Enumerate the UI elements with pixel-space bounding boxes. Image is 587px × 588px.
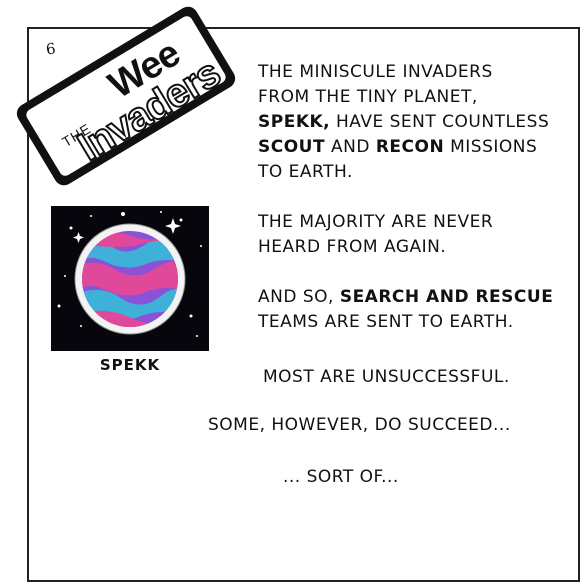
and-so-text: AND SO, — [258, 287, 340, 307]
rescue-line-1: AND SO, SEARCH AND RESCUE — [258, 285, 553, 310]
intro-line-3-rest: HAVE SENT COUNTLESS — [330, 112, 550, 132]
majority-line-2: HEARD FROM AGAIN. — [258, 237, 447, 257]
sort-of-line: ... SORT OF... — [283, 467, 399, 487]
rescue-line-2: TEAMS ARE SENT TO EARTH. — [258, 312, 514, 332]
intro-line-2: FROM THE TINY PLANET, — [258, 87, 478, 107]
planet-name-bold: SPEKK, — [258, 112, 331, 132]
majority-line-1: THE MAJORITY ARE NEVER — [258, 212, 494, 232]
planet-svg — [57, 211, 202, 337]
scout-bold: SCOUT — [258, 137, 326, 157]
succeed-line: SOME, HOWEVER, DO SUCCEED... — [208, 415, 511, 435]
planet-caption: SPEKK — [99, 356, 161, 374]
intro-line-5: TO EARTH. — [258, 162, 353, 182]
search-rescue-bold: SEARCH AND RESCUE — [339, 287, 554, 307]
missions-text: MISSIONS — [444, 137, 538, 157]
intro-line-4: SCOUT AND RECON MISSIONS — [258, 135, 549, 160]
recon-bold: RECON — [375, 137, 445, 157]
intro-paragraph: THE MINISCULE INVADERS FROM THE TINY PLA… — [258, 60, 549, 185]
rescue-paragraph: AND SO, SEARCH AND RESCUE TEAMS ARE SENT… — [258, 285, 553, 335]
majority-paragraph: THE MAJORITY ARE NEVER HEARD FROM AGAIN. — [258, 210, 493, 260]
and-text: AND — [325, 137, 376, 157]
intro-line-1: THE MINISCULE INVADERS — [258, 62, 493, 82]
planet-illustration — [51, 206, 209, 351]
unsuccessful-line: MOST ARE UNSUCCESSFUL. — [263, 367, 510, 387]
intro-line-3: SPEKK, HAVE SENT COUNTLESS — [258, 110, 549, 135]
